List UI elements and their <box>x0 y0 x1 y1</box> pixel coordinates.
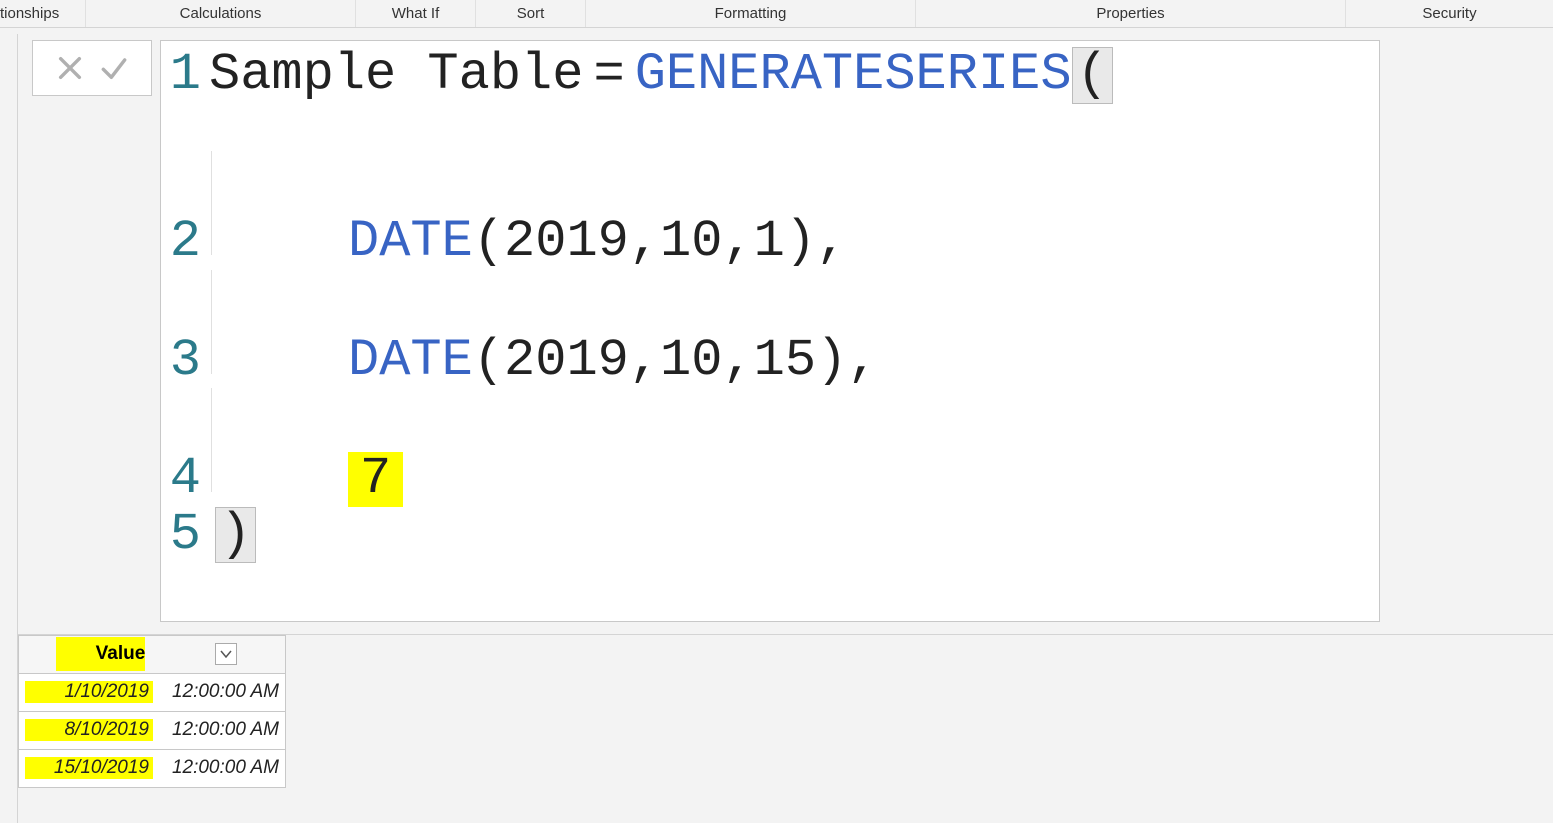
ribbon-group-properties[interactable]: Properties <box>916 0 1346 27</box>
filter-dropdown-button[interactable] <box>215 643 237 665</box>
ribbon: tionships Calculations What If Sort Form… <box>0 0 1553 28</box>
cell-time: 12:00:00 AM <box>153 681 279 703</box>
code-line-4: 4 7 <box>167 388 1365 507</box>
cancel-icon[interactable] <box>54 52 86 84</box>
code-line-1: 1 Sample Table = GENERATESERIES ( <box>167 47 1365 151</box>
token-variable: Sample Table <box>209 48 583 103</box>
cell-time: 12:00:00 AM <box>153 719 279 741</box>
token-open-paren: ( <box>1072 47 1113 104</box>
ribbon-group-sort[interactable]: Sort <box>476 0 586 27</box>
token-args: (2019,10,15), <box>473 334 879 389</box>
line-number: 3 <box>167 334 209 389</box>
code-line-2: 2 DATE (2019,10,1), <box>167 151 1365 270</box>
ribbon-group-calculations[interactable]: Calculations <box>86 0 356 27</box>
line-number: 1 <box>167 48 209 103</box>
commit-icon[interactable] <box>98 52 130 84</box>
ribbon-group-security[interactable]: Security <box>1346 0 1553 27</box>
line-number: 2 <box>167 215 209 270</box>
ribbon-group-relationships[interactable]: tionships <box>0 0 86 27</box>
token-function: GENERATESERIES <box>635 48 1072 103</box>
column-header-value[interactable]: Value <box>19 635 286 673</box>
token-function: DATE <box>348 215 473 270</box>
line-number: 4 <box>167 452 209 507</box>
code-line-5: 5 ) <box>167 507 1365 611</box>
column-header-label: Value <box>56 637 146 671</box>
cell-time: 12:00:00 AM <box>153 757 279 779</box>
token-function: DATE <box>348 334 473 389</box>
result-preview: Value 1/10/2019 12: <box>18 634 1553 788</box>
table-row[interactable]: 8/10/2019 12:00:00 AM <box>19 711 286 749</box>
ribbon-group-whatif[interactable]: What If <box>356 0 476 27</box>
formula-commit-controls <box>32 40 152 96</box>
line-number: 5 <box>167 508 209 563</box>
ribbon-group-formatting[interactable]: Formatting <box>586 0 916 27</box>
cell-date: 1/10/2019 <box>25 681 153 703</box>
cell-date: 8/10/2019 <box>25 719 153 741</box>
table-row[interactable]: 1/10/2019 12:00:00 AM <box>19 673 286 711</box>
token-close-paren: ) <box>215 507 256 564</box>
dax-formula-editor[interactable]: 1 Sample Table = GENERATESERIES ( 2 DATE… <box>160 40 1380 622</box>
token-args: (2019,10,1), <box>473 215 847 270</box>
token-highlighted-step: 7 <box>348 452 403 507</box>
token-operator: = <box>583 48 634 103</box>
code-line-3: 3 DATE (2019,10,15), <box>167 270 1365 389</box>
cell-date: 15/10/2019 <box>25 757 153 779</box>
table-row[interactable]: 15/10/2019 12:00:00 AM <box>19 749 286 787</box>
left-rail <box>0 34 18 823</box>
result-table: Value 1/10/2019 12: <box>18 635 286 788</box>
